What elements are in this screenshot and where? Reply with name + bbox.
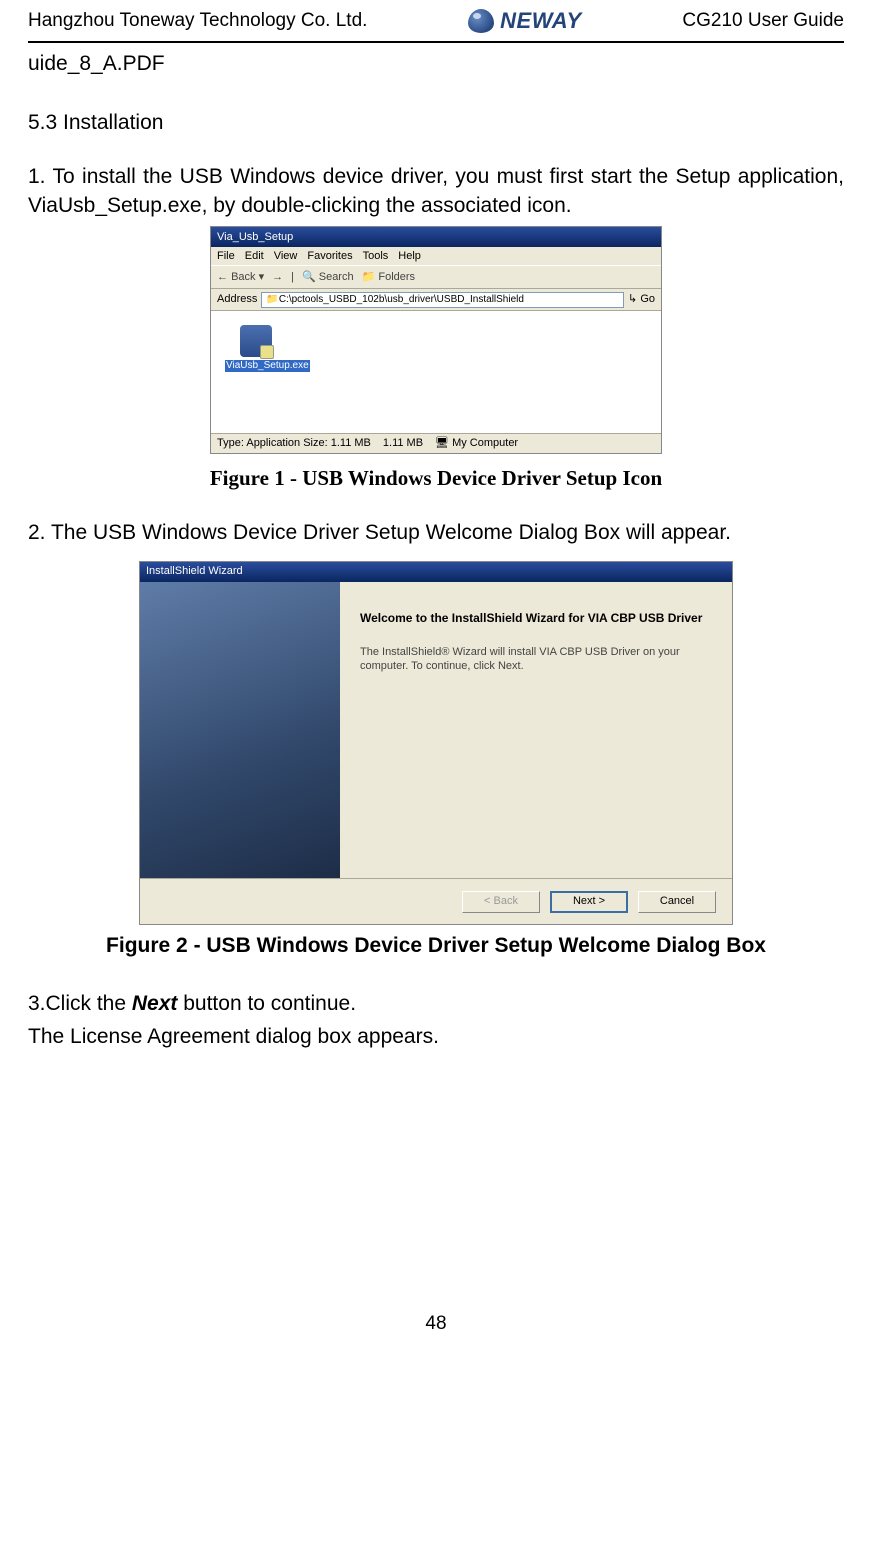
status-location: 🖥 My Computer — [435, 436, 518, 451]
wizard-title: InstallShield Wizard — [146, 564, 243, 579]
wizard-text: The InstallShield® Wizard will install V… — [360, 645, 712, 674]
menu-edit[interactable]: Edit — [245, 249, 264, 264]
page-header: Hangzhou Toneway Technology Co. Ltd. NEW… — [28, 0, 844, 41]
menu-file[interactable]: File — [217, 249, 235, 264]
win-title: Via_Usb_Setup — [217, 230, 293, 245]
address-path: C:\pctools_USBD_102b\usb_driver\USBD_Ins… — [279, 293, 524, 307]
win-menubar: File Edit View Favorites Tools Help — [211, 247, 661, 265]
company-name: Hangzhou Toneway Technology Co. Ltd. — [28, 8, 367, 35]
logo-orb-icon — [468, 9, 494, 33]
screenshot-installshield-wizard: InstallShield Wizard Welcome to the Inst… — [139, 561, 733, 925]
step-1-text: 1. To install the USB Windows device dri… — [28, 162, 844, 221]
menu-view[interactable]: View — [274, 249, 298, 264]
step-2-text: 2. The USB Windows Device Driver Setup W… — [28, 518, 844, 547]
toolbar-fwd-icon[interactable]: → — [272, 270, 283, 285]
status-type: Type: Application Size: 1.11 MB — [217, 436, 371, 451]
step-3-line2: The License Agreement dialog box appears… — [28, 1022, 844, 1051]
document-title: CG210 User Guide — [682, 8, 844, 35]
status-size: 1.11 MB — [383, 436, 423, 451]
wizard-heading: Welcome to the InstallShield Wizard for … — [360, 610, 712, 627]
page-number: 48 — [28, 1311, 844, 1338]
logo-text: NEWAY — [500, 6, 582, 37]
wizard-side-graphic — [140, 582, 340, 878]
address-field[interactable]: 📁 C:\pctools_USBD_102b\usb_driver\USBD_I… — [261, 292, 624, 308]
win-titlebar: Via_Usb_Setup — [211, 227, 661, 247]
toolbar-folders[interactable]: 📁 Folders — [362, 270, 415, 285]
next-button[interactable]: Next > — [550, 891, 628, 913]
screenshot-explorer-window: Via_Usb_Setup File Edit View Favorites T… — [210, 226, 662, 454]
win-content: ViaUsb_Setup.exe — [211, 311, 661, 433]
step3-suffix: button to continue. — [177, 992, 356, 1015]
section-heading: 5.3 Installation — [28, 108, 844, 137]
address-label: Address — [217, 292, 257, 307]
win-statusbar: Type: Application Size: 1.11 MB 1.11 MB … — [211, 433, 661, 453]
win-toolbar: ← Back ▾ → | 🔍 Search 📁 Folders — [211, 265, 661, 289]
step3-next-word: Next — [132, 992, 178, 1015]
icon-label: ViaUsb_Setup.exe — [225, 360, 310, 372]
wizard-titlebar: InstallShield Wizard — [140, 562, 732, 582]
figure-2-caption: Figure 2 - USB Windows Device Driver Set… — [28, 931, 844, 960]
toolbar-search[interactable]: 🔍 Search — [302, 270, 354, 285]
menu-help[interactable]: Help — [398, 249, 421, 264]
wizard-button-bar: < Back Next > Cancel — [140, 878, 732, 924]
setup-exe-icon[interactable]: ViaUsb_Setup.exe — [225, 325, 287, 373]
figure-1-caption: Figure 1 - USB Windows Device Driver Set… — [28, 464, 844, 493]
brand-logo: NEWAY — [468, 6, 582, 37]
go-button[interactable]: ↳ Go — [628, 292, 655, 307]
carryover-fragment: uide_8_A.PDF — [28, 49, 844, 78]
toolbar-back[interactable]: ← Back ▾ — [217, 270, 264, 285]
step-3-line1: 3.Click the Next button to continue. — [28, 989, 844, 1018]
menu-tools[interactable]: Tools — [363, 249, 389, 264]
wizard-body: Welcome to the InstallShield Wizard for … — [340, 582, 732, 878]
win-addressbar: Address 📁 C:\pctools_USBD_102b\usb_drive… — [211, 289, 661, 311]
menu-favorites[interactable]: Favorites — [307, 249, 352, 264]
folder-icon: 📁 — [266, 293, 278, 307]
cancel-button[interactable]: Cancel — [638, 891, 716, 913]
installer-icon — [240, 325, 272, 357]
back-button: < Back — [462, 891, 540, 913]
header-rule — [28, 41, 844, 43]
step3-prefix: 3.Click the — [28, 992, 132, 1015]
